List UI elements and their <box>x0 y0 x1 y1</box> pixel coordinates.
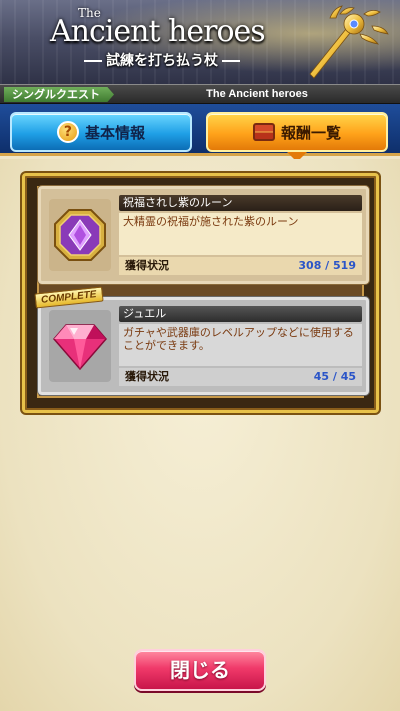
reward-description: 大精霊の祝福が施された紫のルーン <box>119 213 362 255</box>
reward-status-value: 308 / 519 <box>298 259 356 272</box>
tab-basic-info-label: 基本情報 <box>84 123 145 142</box>
breadcrumb-quest: The Ancient heroes <box>206 88 308 100</box>
tab-reward-list[interactable]: 報酬一覧 <box>206 112 388 152</box>
reward-status: 獲得状況 45 / 45 <box>119 368 362 386</box>
reward-card[interactable]: 祝福されし紫のルーン 大精霊の祝福が施された紫のルーン 獲得状況 308 / 5… <box>38 186 369 284</box>
breadcrumb: シングルクエスト The Ancient heroes <box>0 84 400 104</box>
breadcrumb-mode: シングルクエスト <box>4 87 114 102</box>
question-icon: ? <box>56 121 79 143</box>
tab-basic-info[interactable]: ? 基本情報 <box>10 112 192 152</box>
reward-card-content: ジュエル ガチャや武器庫のレベルアップなどに使用することができます。 獲得状況 … <box>119 306 362 386</box>
reward-name: ジュエル <box>119 306 362 322</box>
reward-status-label: 獲得状況 <box>125 370 169 383</box>
reward-status-label: 獲得状況 <box>125 259 169 272</box>
event-banner: The Ancient heroes 試練を打ち払う杖 <box>0 0 400 84</box>
reward-status-value: 45 / 45 <box>313 370 356 383</box>
reward-status: 獲得状況 308 / 519 <box>119 257 362 275</box>
golden-staff-icon <box>309 5 389 79</box>
reward-panel: 祝福されし紫のルーン 大精霊の祝福が施された紫のルーン 獲得状況 308 / 5… <box>22 173 379 413</box>
tab-bar: ? 基本情報 報酬一覧 <box>0 104 400 156</box>
purple-rune-icon <box>49 199 111 271</box>
treasure-chest-icon <box>252 123 275 141</box>
close-button[interactable]: 閉じる <box>134 649 266 691</box>
banner-title: Ancient heroes <box>50 14 266 49</box>
reward-description: ガチャや武器庫のレベルアップなどに使用することができます。 <box>119 324 362 366</box>
reward-card-content: 祝福されし紫のルーン 大精霊の祝福が施された紫のルーン 獲得状況 308 / 5… <box>119 195 362 275</box>
banner-subtitle: 試練を打ち払う杖 <box>80 50 244 70</box>
reward-card[interactable]: COMPLETE ジュエル ガチャや武器庫のレベルアップなどに使用することができ… <box>34 286 369 395</box>
tab-reward-list-label: 報酬一覧 <box>280 123 341 142</box>
reward-name: 祝福されし紫のルーン <box>119 195 362 211</box>
jewel-icon <box>49 310 111 382</box>
